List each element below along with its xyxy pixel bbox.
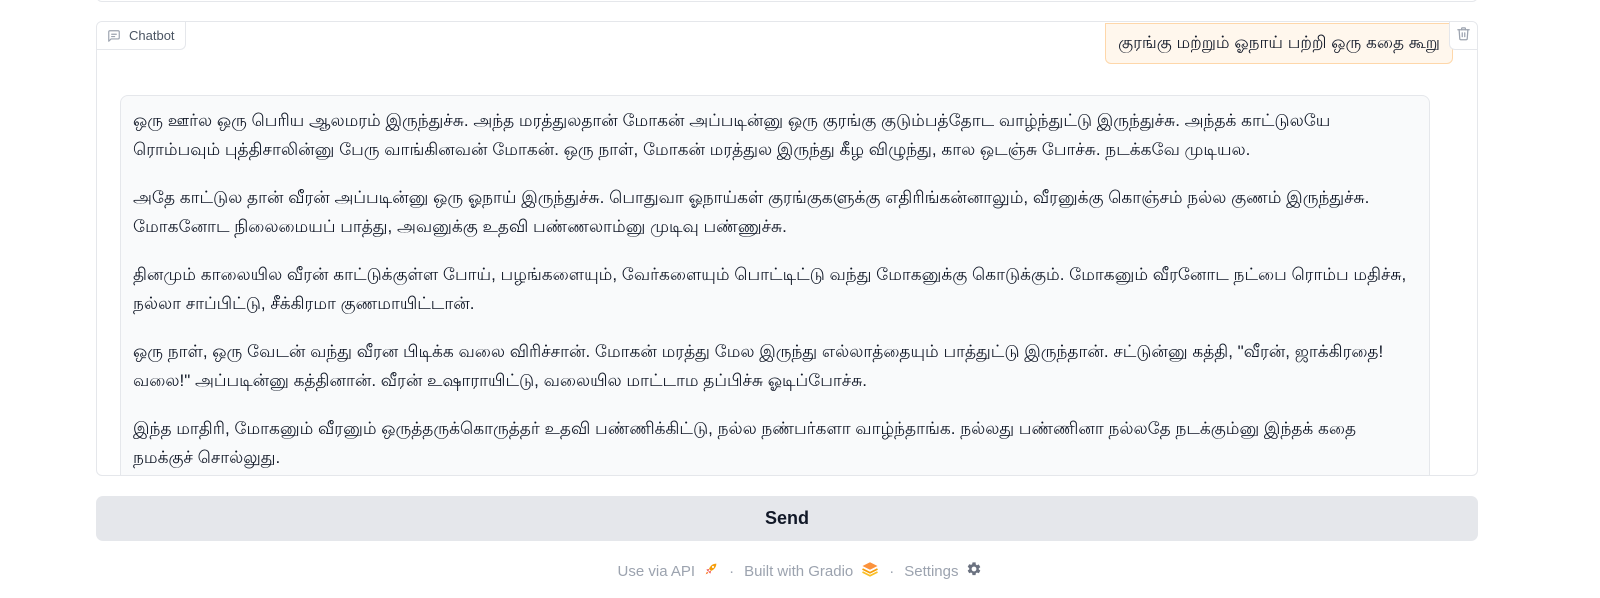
trash-icon	[1456, 26, 1471, 46]
chatbot-label: Chatbot	[97, 22, 186, 50]
use-via-api-link[interactable]: Use via API	[618, 561, 720, 581]
bot-message-paragraph: தினமும் காலையில வீரன் காட்டுக்குள்ள போய்…	[133, 265, 1407, 313]
bot-message-paragraph: ஒரு நாள், ஒரு வேடன் வந்து வீரன பிடிக்க வ…	[133, 342, 1384, 390]
rocket-icon	[703, 561, 719, 581]
user-message: குரங்கு மற்றும் ஓநாய் பற்றி ஒரு கதை கூறு	[1105, 23, 1453, 64]
previous-panel-edge	[96, 0, 1478, 2]
footer-separator: ·	[729, 562, 735, 580]
use-via-api-label: Use via API	[617, 562, 696, 580]
chatbot-label-text: Chatbot	[129, 28, 175, 43]
gradio-logo-icon	[861, 561, 879, 581]
footer: Use via API · Built with Gradio · Settin…	[0, 560, 1600, 582]
settings-link[interactable]: Settings	[904, 561, 982, 581]
clear-chat-button[interactable]	[1449, 22, 1477, 50]
bot-message-paragraph: ஒரு ஊர்ல ஒரு பெரிய ஆலமரம் இருந்துச்சு. அ…	[133, 111, 1331, 159]
chatbot-panel: Chatbot குரங்கு மற்றும் ஓநாய் பற்றி ஒரு …	[96, 21, 1478, 476]
built-with-gradio-link[interactable]: Built with Gradio	[744, 561, 879, 581]
footer-separator: ·	[889, 562, 895, 580]
gear-icon	[966, 561, 982, 581]
send-button[interactable]: Send	[96, 496, 1478, 541]
bot-message-paragraph: இந்த மாதிரி, மோகனும் வீரனும் ஒருத்தருக்க…	[133, 419, 1357, 467]
chat-bubble-icon	[107, 29, 121, 43]
built-with-gradio-label: Built with Gradio	[744, 562, 854, 580]
settings-label: Settings	[904, 562, 959, 580]
bot-message: ஒரு ஊர்ல ஒரு பெரிய ஆலமரம் இருந்துச்சு. அ…	[120, 95, 1430, 475]
bot-message-paragraph: அதே காட்டுல தான் வீரன் அப்படின்னு ஒரு ஓந…	[133, 188, 1370, 236]
